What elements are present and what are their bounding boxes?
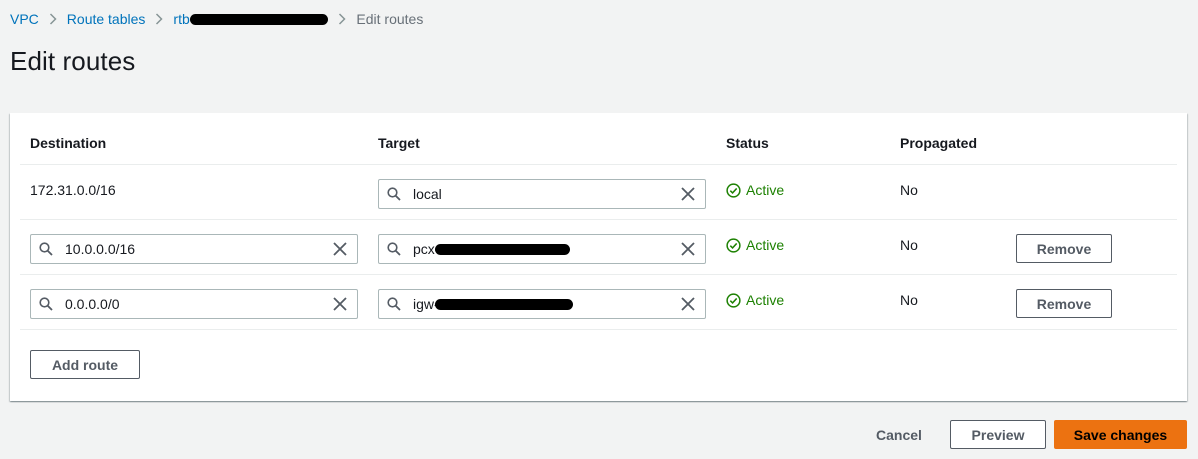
- status-badge: Active: [726, 237, 784, 253]
- preview-button[interactable]: Preview: [950, 420, 1046, 449]
- status-badge: Active: [726, 292, 784, 308]
- clear-icon[interactable]: [333, 297, 347, 311]
- header-destination: Destination: [30, 135, 107, 151]
- destination-input[interactable]: 10.0.0.0/16: [30, 234, 358, 264]
- propagated-text: No: [900, 237, 918, 253]
- destination-text: 172.31.0.0/16: [30, 182, 116, 198]
- search-icon: [387, 187, 401, 201]
- destination-value: 10.0.0.0/16: [65, 241, 136, 257]
- redaction-mark: [434, 298, 573, 310]
- status-active-icon: [726, 237, 741, 253]
- routes-panel: Destination Target Status Propagated 172…: [10, 113, 1187, 401]
- search-icon: [39, 242, 53, 256]
- add-route-button[interactable]: Add route: [30, 350, 140, 379]
- destination-input[interactable]: 0.0.0.0/0: [30, 289, 358, 319]
- clear-icon[interactable]: [681, 242, 695, 256]
- target-input[interactable]: local: [378, 179, 706, 209]
- remove-button[interactable]: Remove: [1016, 234, 1112, 263]
- divider: [20, 329, 1177, 330]
- breadcrumb-vpc[interactable]: VPC: [10, 11, 39, 27]
- clear-icon[interactable]: [333, 242, 347, 256]
- redaction-mark: [190, 13, 329, 25]
- status-badge: Active: [726, 182, 784, 198]
- page-title: Edit routes: [10, 46, 136, 76]
- status-active-icon: [726, 292, 741, 308]
- status-active-icon: [726, 182, 741, 198]
- clear-icon[interactable]: [681, 187, 695, 201]
- chevron-right-icon: [155, 13, 163, 25]
- breadcrumb: VPC Route tables rtb- Edit routes: [10, 10, 423, 28]
- divider: [20, 164, 1177, 165]
- search-icon: [387, 242, 401, 256]
- search-icon: [387, 297, 401, 311]
- clear-icon[interactable]: [681, 297, 695, 311]
- target-value-wrap: pcx-: [413, 241, 681, 257]
- destination-value: 0.0.0.0/0: [65, 296, 120, 312]
- breadcrumb-current: Edit routes: [356, 11, 424, 27]
- breadcrumb-route-table-id[interactable]: rtb-: [173, 11, 329, 27]
- status-text: Active: [746, 237, 785, 253]
- search-icon: [39, 297, 53, 311]
- header-target: Target: [378, 135, 420, 151]
- target-input[interactable]: igw-: [378, 289, 706, 319]
- chevron-right-icon: [49, 13, 57, 25]
- save-changes-button[interactable]: Save changes: [1054, 420, 1187, 449]
- redaction-mark: [435, 243, 571, 255]
- propagated-text: No: [900, 182, 918, 198]
- divider: [20, 274, 1177, 275]
- breadcrumb-route-tables[interactable]: Route tables: [67, 11, 146, 27]
- divider: [20, 219, 1177, 220]
- propagated-text: No: [900, 292, 918, 308]
- target-value: local: [413, 186, 442, 202]
- target-input[interactable]: pcx-: [378, 234, 706, 264]
- target-value-wrap: igw-: [413, 296, 681, 312]
- chevron-right-icon: [338, 13, 346, 25]
- header-status: Status: [726, 135, 769, 151]
- status-text: Active: [746, 292, 785, 308]
- status-text: Active: [746, 182, 785, 198]
- remove-button[interactable]: Remove: [1016, 289, 1112, 318]
- cancel-button[interactable]: Cancel: [866, 420, 932, 449]
- header-propagated: Propagated: [900, 135, 978, 151]
